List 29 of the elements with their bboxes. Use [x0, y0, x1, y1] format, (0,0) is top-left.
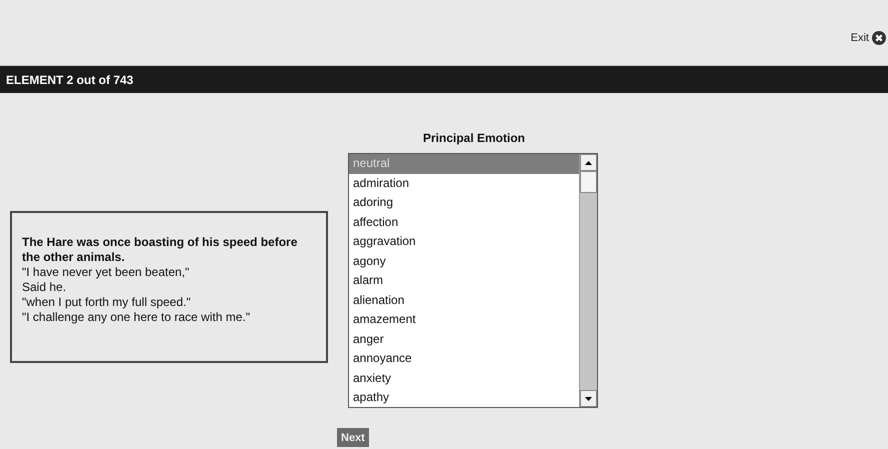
list-option[interactable]: apathy [349, 388, 579, 408]
list-option[interactable]: anger [349, 330, 579, 349]
list-option[interactable]: anxiety [349, 368, 579, 388]
scroll-up-button[interactable] [580, 154, 597, 171]
list-option[interactable]: admiration [349, 174, 579, 193]
story-line: "I have never yet been beaten," [22, 265, 190, 280]
emotion-listbox[interactable]: neutral admiration adoring affection aggravation agony alarm alienation amazement anger annoyance anxiety apathy [348, 153, 598, 408]
list-option[interactable]: affection [349, 212, 579, 232]
story-heading: The Hare was once boasting of his speed before the other animals. [22, 235, 298, 265]
list-option[interactable]: aggravation [349, 232, 579, 252]
scroll-down-button[interactable] [580, 390, 597, 407]
close-icon [872, 30, 886, 44]
list-option[interactable]: annoyance [349, 349, 579, 368]
list-option[interactable]: agony [349, 252, 579, 271]
story-line: Said he. [22, 280, 68, 295]
list-option[interactable]: adoring [349, 193, 579, 212]
list-option[interactable]: alienation [349, 290, 579, 310]
down-arrow-icon [585, 396, 592, 400]
story-line: "I challenge any one here to race with me." [22, 310, 251, 325]
list-option[interactable]: amazement [349, 310, 579, 330]
list-title: Principal Emotion [422, 131, 525, 145]
scroll-thumb[interactable] [580, 171, 597, 193]
element-counter: ELEMENT 2 out of 743 [6, 72, 134, 86]
up-arrow-icon [585, 160, 592, 164]
exit-link[interactable]: Exit [850, 30, 886, 44]
list-option[interactable]: alarm [349, 271, 579, 290]
story-line: "when I put forth my full speed." [22, 295, 192, 310]
scrollbar[interactable] [579, 154, 597, 407]
next-button[interactable]: Next [337, 428, 369, 447]
